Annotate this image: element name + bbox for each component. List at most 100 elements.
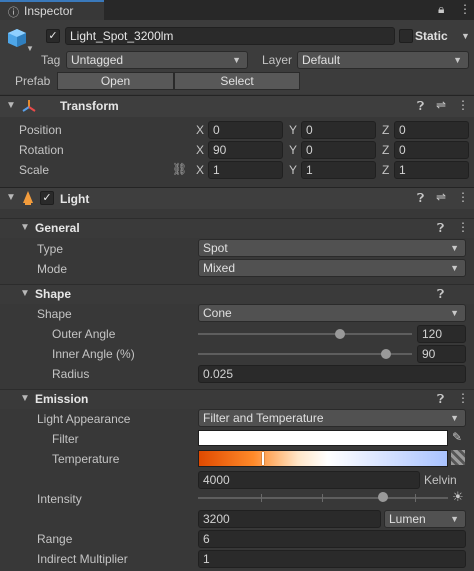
shape-header[interactable] xyxy=(0,284,474,304)
inner-angle-field[interactable]: 90 xyxy=(417,345,466,363)
temperature-field[interactable]: 4000 xyxy=(198,471,420,489)
foldout-icon[interactable]: ▼ xyxy=(6,192,16,203)
position-y-field[interactable]: 0 xyxy=(301,121,376,139)
indirect-multiplier-field[interactable]: 1 xyxy=(198,550,466,568)
transform-title: Transform xyxy=(60,99,119,113)
active-checkbox[interactable]: ✓ xyxy=(46,29,60,43)
more-icon[interactable]: ⋮ xyxy=(457,391,469,405)
more-icon[interactable]: ⋮ xyxy=(459,2,471,16)
rotation-z-field[interactable]: 0 xyxy=(394,141,469,159)
help-icon[interactable]: ❓︎ xyxy=(417,191,424,206)
scale-x-field[interactable]: 1 xyxy=(208,161,283,179)
foldout-icon[interactable]: ▼ xyxy=(20,393,30,404)
temperature-marker[interactable] xyxy=(262,452,264,465)
rotation-x-field[interactable]: 90 xyxy=(208,141,283,159)
shape-value: Cone xyxy=(203,306,232,320)
foldout-icon[interactable]: ▼ xyxy=(20,288,30,299)
shape-title: Shape xyxy=(35,287,72,301)
outer-angle-knob[interactable] xyxy=(335,329,345,339)
help-icon[interactable]: ❓︎ xyxy=(417,99,424,114)
presets-icon[interactable]: ⇌ xyxy=(436,98,446,112)
scale-y-field[interactable]: 1 xyxy=(301,161,376,179)
object-name-field[interactable]: Light_Spot_3200lm xyxy=(65,27,395,45)
gameobject-icon xyxy=(6,27,28,49)
mode-dropdown[interactable]: Mixed ▼ xyxy=(198,259,466,277)
axis-y-label: Y xyxy=(289,163,298,177)
general-title: General xyxy=(35,221,80,235)
sun-icon: ☀︎ xyxy=(452,489,464,504)
inner-angle-slider[interactable] xyxy=(198,353,412,355)
foldout-icon[interactable]: ▼ xyxy=(6,100,16,111)
axis-z-label: Z xyxy=(382,163,390,177)
light-title: Light xyxy=(60,192,90,206)
static-dropdown-icon[interactable]: ▼ xyxy=(461,31,470,41)
kelvin-label: Kelvin xyxy=(424,473,457,487)
light-enabled-checkbox[interactable]: ✓ xyxy=(40,191,54,205)
scale-z-field[interactable]: 1 xyxy=(394,161,469,179)
intensity-field[interactable]: 3200 xyxy=(198,510,381,528)
constrain-link-icon[interactable]: ⛓︎ xyxy=(172,162,187,176)
light-appearance-dropdown[interactable]: Filter and Temperature ▼ xyxy=(198,409,466,427)
static-checkbox[interactable] xyxy=(399,29,413,43)
mode-label: Mode xyxy=(37,262,68,276)
intensity-knob[interactable] xyxy=(378,492,388,502)
position-x-field[interactable]: 0 xyxy=(208,121,283,139)
more-icon[interactable]: ⋮ xyxy=(457,98,469,112)
temperature-label: Temperature xyxy=(52,452,120,466)
intensity-unit-dropdown[interactable]: Lumen ▼ xyxy=(384,510,466,528)
intensity-tick xyxy=(322,494,323,502)
presets-icon[interactable]: ⇌ xyxy=(436,190,446,204)
prefab-label: Prefab xyxy=(15,74,51,88)
outer-angle-field[interactable]: 120 xyxy=(417,325,466,343)
more-icon[interactable]: ⋮ xyxy=(457,190,469,204)
axis-x-label: X xyxy=(196,123,205,137)
outer-angle-slider[interactable] xyxy=(198,333,412,335)
radius-field[interactable]: 0.025 xyxy=(198,365,466,383)
help-icon[interactable]: ❓︎ xyxy=(437,392,444,407)
chevron-down-icon: ▼ xyxy=(450,514,459,524)
chevron-down-icon: ▼ xyxy=(232,55,241,65)
prefab-select-button[interactable]: Select xyxy=(174,72,300,90)
shape-dropdown[interactable]: Cone ▼ xyxy=(198,304,466,322)
temperature-gradient[interactable] xyxy=(198,450,448,467)
intensity-slider[interactable] xyxy=(198,497,448,499)
eyedropper-icon[interactable]: ✎ xyxy=(452,430,462,444)
radius-label: Radius xyxy=(52,367,90,381)
filter-label: Filter xyxy=(52,432,79,446)
chevron-down-icon: ▼ xyxy=(453,55,462,65)
foldout-icon[interactable]: ▼ xyxy=(20,222,30,233)
chevron-down-icon: ▼ xyxy=(450,243,459,253)
layer-label: Layer xyxy=(262,53,293,67)
position-z-field[interactable]: 0 xyxy=(394,121,469,139)
inspector-icon: ⓘ xyxy=(8,7,19,19)
help-icon[interactable]: ❓︎ xyxy=(437,221,444,236)
lock-icon[interactable]: 🔒︎ xyxy=(438,2,444,17)
chevron-down-icon: ▼ xyxy=(450,413,459,423)
range-label: Range xyxy=(37,532,73,546)
tag-dropdown[interactable]: Untagged ▼ xyxy=(66,51,248,69)
intensity-tick xyxy=(261,494,262,502)
range-field[interactable]: 6 xyxy=(198,530,466,548)
intensity-tick xyxy=(415,494,416,502)
axis-y-label: Y xyxy=(289,143,298,157)
inner-angle-knob[interactable] xyxy=(381,349,391,359)
tag-value: Untagged xyxy=(71,53,124,67)
prefab-open-button[interactable]: Open xyxy=(57,72,174,90)
more-icon[interactable]: ⋮ xyxy=(457,220,469,234)
filter-color-swatch[interactable] xyxy=(198,430,448,446)
tab-inspector[interactable]: ⓘ Inspector xyxy=(0,0,104,20)
scale-label: Scale xyxy=(19,163,50,177)
layer-dropdown[interactable]: Default ▼ xyxy=(297,51,469,69)
type-label: Type xyxy=(37,242,64,256)
axis-z-label: Z xyxy=(382,123,390,137)
type-value: Spot xyxy=(203,241,228,255)
help-icon[interactable]: ❓︎ xyxy=(437,287,444,302)
mode-value: Mixed xyxy=(203,261,236,275)
intensity-unit-value: Lumen xyxy=(389,512,426,526)
chevron-down-icon[interactable]: ▼ xyxy=(26,44,34,53)
temperature-picker-icon[interactable] xyxy=(451,450,465,465)
rotation-y-field[interactable]: 0 xyxy=(301,141,376,159)
type-dropdown[interactable]: Spot ▼ xyxy=(198,239,466,257)
shape-label: Shape xyxy=(37,307,72,321)
static-label: Static xyxy=(415,29,448,43)
